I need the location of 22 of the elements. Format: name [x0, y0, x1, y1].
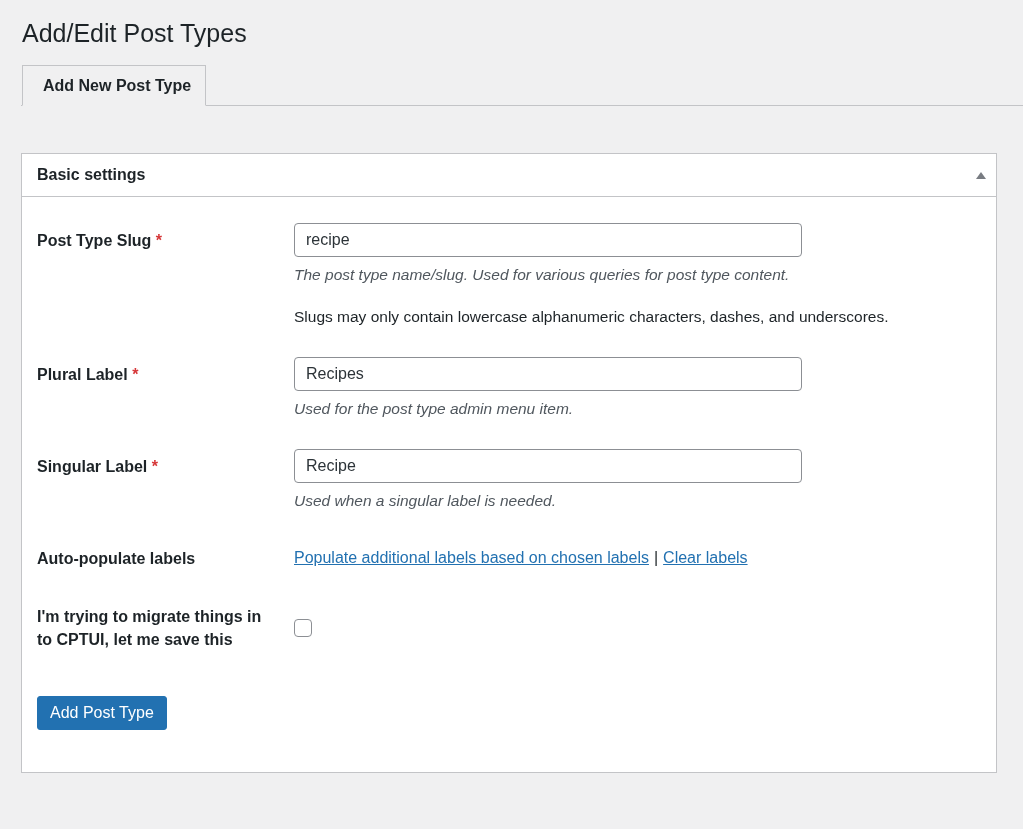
text-field[interactable]: Recipes: [294, 357, 802, 391]
link-separator: |: [653, 549, 659, 566]
checkbox[interactable]: [294, 619, 312, 637]
field-note: Slugs may only contain lowercase alphanumeric characters, dashes, and underscores.: [294, 307, 890, 327]
text-field[interactable]: Recipe: [294, 449, 802, 483]
link[interactable]: Populate additional labels based on chosen labels: [294, 549, 649, 566]
field-description: Used for the post type admin menu item.: [294, 399, 575, 419]
field-label: Auto-populate labels: [37, 549, 197, 569]
panel-header[interactable]: Basic settings: [22, 154, 996, 197]
page-title: Add/Edit Post Types: [21, 18, 248, 48]
field-description: Used when a singular label is needed.: [294, 491, 557, 511]
collapse-triangle-icon[interactable]: [976, 171, 986, 179]
field-label: I'm trying to migrate things in to CPTUI, let me save this: [37, 607, 263, 650]
add-post-type-button[interactable]: Add Post Type: [37, 696, 167, 730]
link[interactable]: Clear labels: [663, 549, 748, 566]
panel-title: Basic settings: [37, 166, 146, 184]
field-label: Singular Label *: [37, 457, 159, 477]
tab[interactable]: Add New Post Type: [22, 65, 206, 106]
field-label: Post Type Slug *: [37, 231, 164, 251]
field-description: The post type name/slug. Used for various queries for post type content.: [294, 265, 791, 285]
field-label: Plural Label *: [37, 365, 140, 385]
text-field[interactable]: recipe: [294, 223, 802, 257]
